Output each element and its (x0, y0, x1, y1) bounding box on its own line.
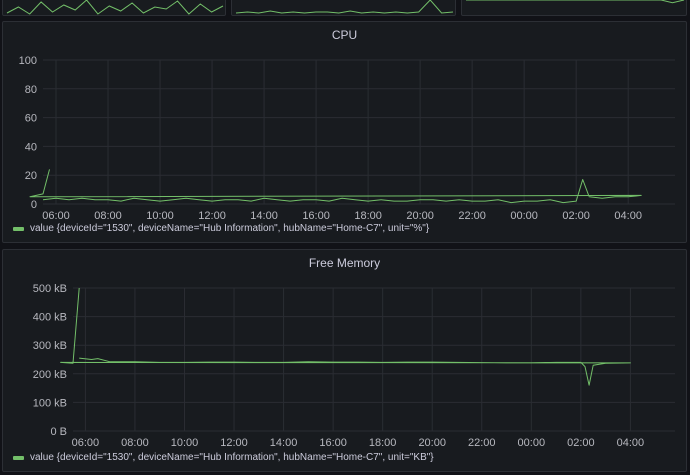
y-tick-label: 500 kB (33, 283, 67, 295)
y-tick-label: 40 (25, 141, 37, 153)
x-tick-label: 22:00 (468, 437, 496, 449)
x-tick-label: 04:00 (614, 210, 642, 222)
y-tick-label: 0 (31, 199, 37, 211)
x-tick-label: 16:00 (319, 437, 347, 449)
x-tick-label: 00:00 (510, 210, 538, 222)
sparkline-series (235, 0, 454, 14)
y-tick-label: 20 (25, 170, 37, 182)
x-tick-label: 22:00 (458, 210, 486, 222)
x-tick-label: 20:00 (406, 210, 434, 222)
series-line[interactable] (29, 169, 642, 204)
sparkline-chart (235, 0, 454, 14)
x-tick-label: 14:00 (250, 210, 278, 222)
legend-item[interactable]: value {deviceId="1530", deviceName="Hub … (13, 223, 429, 234)
x-tick-label: 02:00 (562, 210, 590, 222)
legend-item[interactable]: value {deviceId="1530", deviceName="Hub … (13, 452, 434, 463)
cpu-panel[interactable]: CPU 0 20 40 60 80 100 06:00 08:00 10:00 12:00 14:0… (2, 21, 687, 243)
sparkline-series (6, 0, 224, 15)
legend-swatch (13, 455, 24, 460)
sparkline-chart (466, 0, 685, 4)
x-tick-label: 06:00 (72, 437, 100, 449)
sparkline-series (466, 0, 685, 4)
legend-swatch (13, 226, 24, 231)
y-tick-label: 100 kB (33, 397, 67, 409)
x-tick-label: 18:00 (354, 210, 382, 222)
sparkline-panel-3[interactable] (461, 0, 687, 16)
sparkline-chart (6, 0, 224, 15)
x-tick-label: 10:00 (171, 437, 199, 449)
y-tick-label: 80 (25, 84, 37, 96)
x-tick-label: 16:00 (302, 210, 330, 222)
y-tick-label: 400 kB (33, 312, 67, 324)
x-tick-label: 08:00 (121, 437, 149, 449)
x-tick-label: 14:00 (270, 437, 298, 449)
y-tick-label: 100 (19, 55, 37, 67)
cpu-chart: 0 20 40 60 80 100 06:00 08:00 10:00 12:00 14:00 16:… (19, 55, 675, 222)
legend-label: value {deviceId="1530", deviceName="Hub … (30, 452, 434, 463)
x-tick-label: 02:00 (567, 437, 595, 449)
legend-label: value {deviceId="1530", deviceName="Hub … (30, 223, 430, 234)
x-tick-label: 18:00 (369, 437, 397, 449)
x-tick-label: 12:00 (198, 210, 226, 222)
x-tick-label: 10:00 (146, 210, 174, 222)
free-memory-panel[interactable]: Free Memory 0 B 100 kB 200 kB 300 kB 400 kB 5… (2, 249, 687, 472)
y-tick-label: 0 B (50, 426, 67, 438)
y-tick-label: 300 kB (33, 340, 67, 352)
series-line[interactable] (60, 287, 631, 386)
y-tick-label: 60 (25, 113, 37, 125)
y-tick-label: 200 kB (33, 369, 67, 381)
x-tick-label: 20:00 (418, 437, 446, 449)
x-tick-label: 00:00 (518, 437, 546, 449)
x-tick-label: 08:00 (94, 210, 122, 222)
sparkline-panel-2[interactable] (231, 0, 456, 16)
sparkline-panel-1[interactable] (2, 0, 226, 16)
x-tick-label: 06:00 (42, 210, 70, 222)
x-tick-label: 04:00 (617, 437, 645, 449)
x-tick-label: 12:00 (220, 437, 248, 449)
free-memory-chart: 0 B 100 kB 200 kB 300 kB 400 kB 500 kB 06:00 08… (33, 283, 675, 449)
